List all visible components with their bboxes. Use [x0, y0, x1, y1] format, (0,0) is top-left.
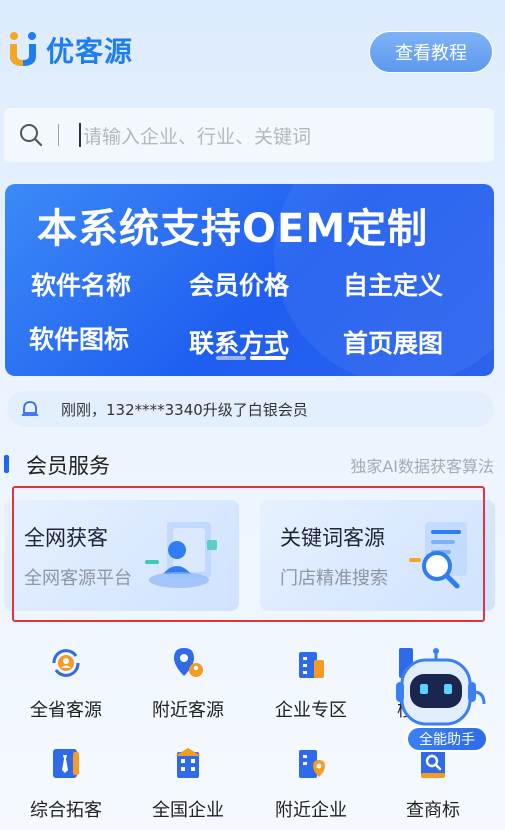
text-cursor: [79, 123, 81, 147]
header: 优客源 查看教程: [0, 0, 505, 100]
location-user-icon: [174, 648, 203, 677]
banner-item: 软件名称: [31, 271, 132, 300]
member-services-header: 会员服务 独家AI数据获客算法: [0, 448, 505, 478]
building-icon: [299, 652, 324, 678]
grid-item-comprehensive-acquisition[interactable]: 综合拓客: [11, 746, 121, 822]
grid-item-label: 全省客源: [30, 700, 102, 721]
highlight-frame: [12, 486, 485, 622]
grid-item-label: 附近客源: [152, 700, 224, 721]
grid-item-enterprise-zone[interactable]: 企业专区: [256, 646, 366, 722]
search-placeholder[interactable]: 请输入企业、行业、关键词: [83, 122, 311, 149]
banner-title: 本系统支持OEM定制: [37, 206, 429, 252]
section-accent-bar: [4, 455, 9, 473]
assistant-label[interactable]: 全能助手: [406, 726, 488, 752]
grid-item-label: 附近企业: [275, 800, 347, 821]
notice-bar: 刚刚，132****3340升级了白银会员: [7, 391, 494, 427]
app-logo: 优客源: [6, 30, 133, 70]
assistant-floating-button[interactable]: 全能助手: [396, 648, 496, 758]
grid-item-nearby-leads[interactable]: 附近客源: [133, 646, 243, 722]
grid-item-national-enterprises[interactable]: 全国企业: [133, 746, 243, 822]
book-tie-icon: [53, 749, 79, 778]
banner-item: 自主定义: [343, 271, 444, 300]
grid-item-nearby-enterprises[interactable]: 附近企业: [256, 746, 366, 822]
grid-item-label: 全国企业: [152, 800, 224, 821]
logo-icon: [10, 32, 36, 66]
view-tutorial-button[interactable]: 查看教程: [369, 31, 493, 73]
notice-text: 刚刚，132****3340升级了白银会员: [61, 400, 308, 419]
carousel-dot-active[interactable]: [250, 356, 286, 360]
search-bar[interactable]: 请输入企业、行业、关键词: [4, 108, 494, 162]
office-building-icon: [175, 748, 201, 778]
app-name: 优客源: [46, 35, 134, 68]
banner-item: 首页展图: [343, 329, 444, 358]
grid-item-label: 综合拓客: [30, 800, 102, 821]
banner-item: 软件图标: [29, 325, 130, 354]
building-pin-icon: [299, 750, 325, 778]
banner-item: 会员价格: [189, 271, 290, 300]
grid-item-label: 查商标: [406, 800, 460, 821]
grid-item-label: 企业专区: [275, 700, 347, 721]
refresh-user-icon: [52, 649, 80, 677]
search-divider: [58, 124, 59, 146]
banner-item: 联系方式: [189, 329, 290, 358]
section-title: 会员服务: [26, 454, 110, 478]
robot-assistant-icon: [396, 648, 486, 726]
search-icon: [20, 124, 43, 147]
carousel-dot[interactable]: [216, 356, 246, 360]
bell-icon: [21, 401, 39, 416]
carousel-indicator[interactable]: [216, 356, 286, 360]
grid-item-province-leads[interactable]: 全省客源: [11, 646, 121, 722]
promo-banner[interactable]: 本系统支持OEM定制 软件名称 会员价格 自主定义 软件图标 联系方式 首页展图: [5, 184, 494, 376]
section-subtitle: 独家AI数据获客算法: [350, 457, 494, 476]
